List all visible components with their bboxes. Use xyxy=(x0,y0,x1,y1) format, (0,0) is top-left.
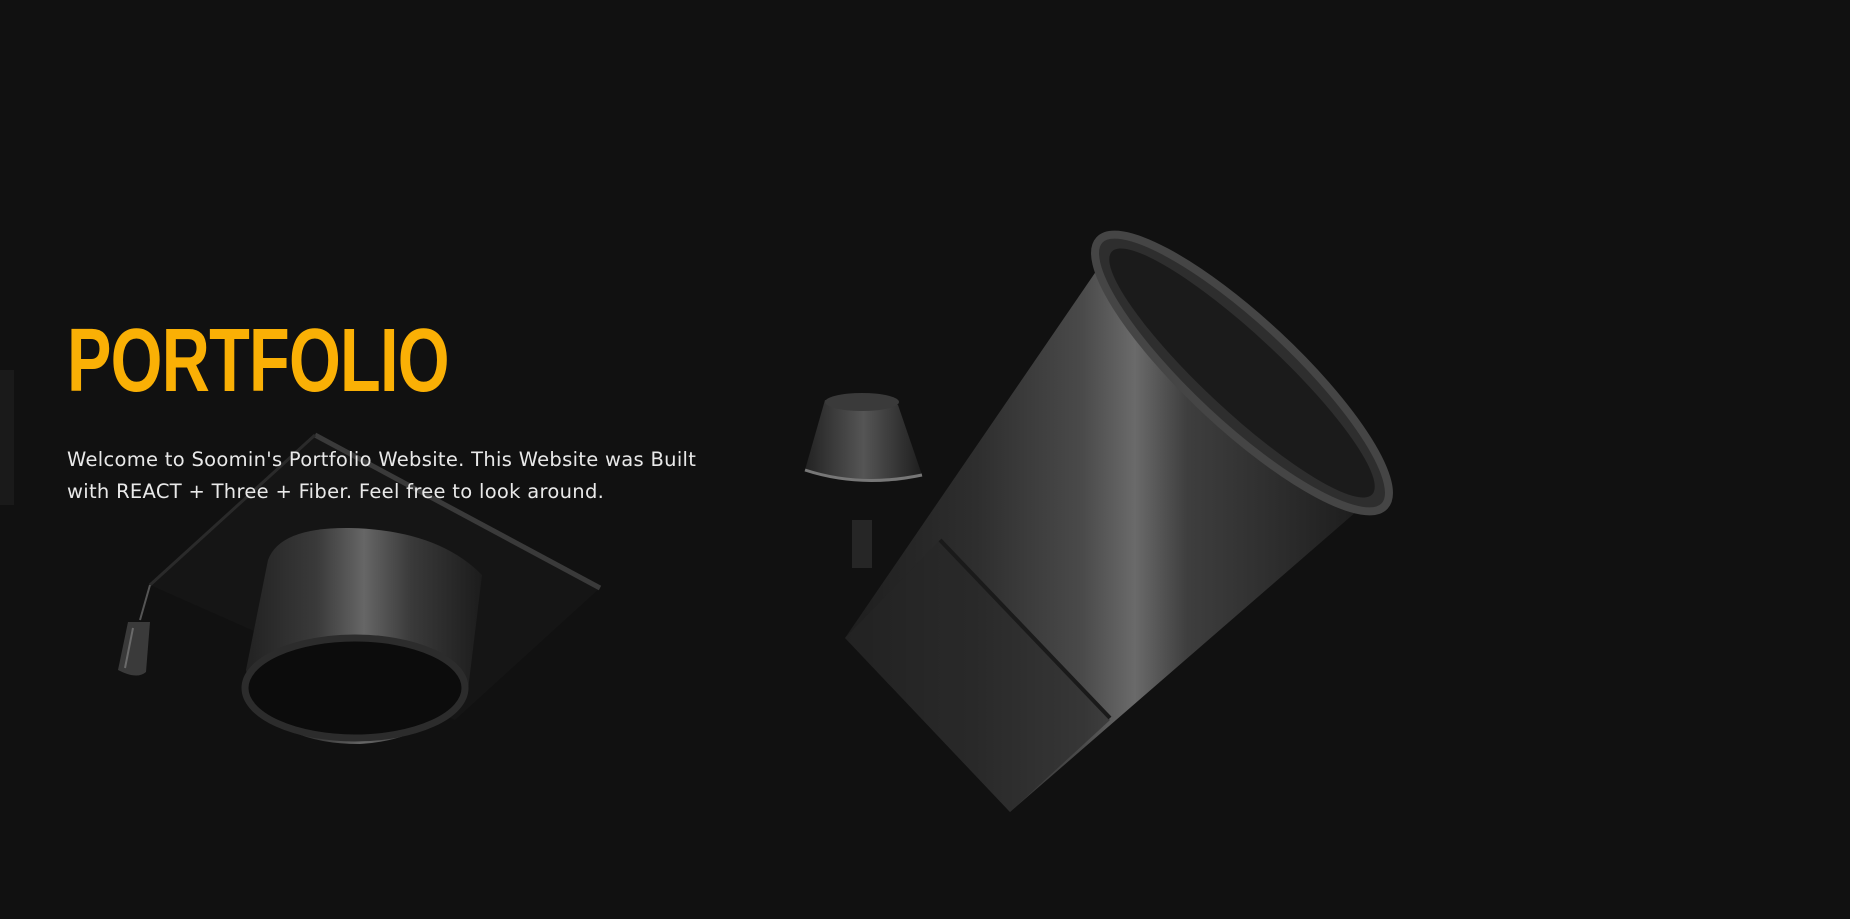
hero-description: Welcome to Soomin's Portfolio Website. T… xyxy=(67,448,697,503)
tassel-model xyxy=(118,584,151,676)
edge-fragment xyxy=(0,370,14,505)
small-cup-model xyxy=(804,393,923,568)
coffee-cup-model xyxy=(845,230,1393,812)
hero-section: PORTFOLIO Welcome to Soomin's Portfolio … xyxy=(67,311,767,503)
hero-title: PORTFOLIO xyxy=(67,311,450,411)
